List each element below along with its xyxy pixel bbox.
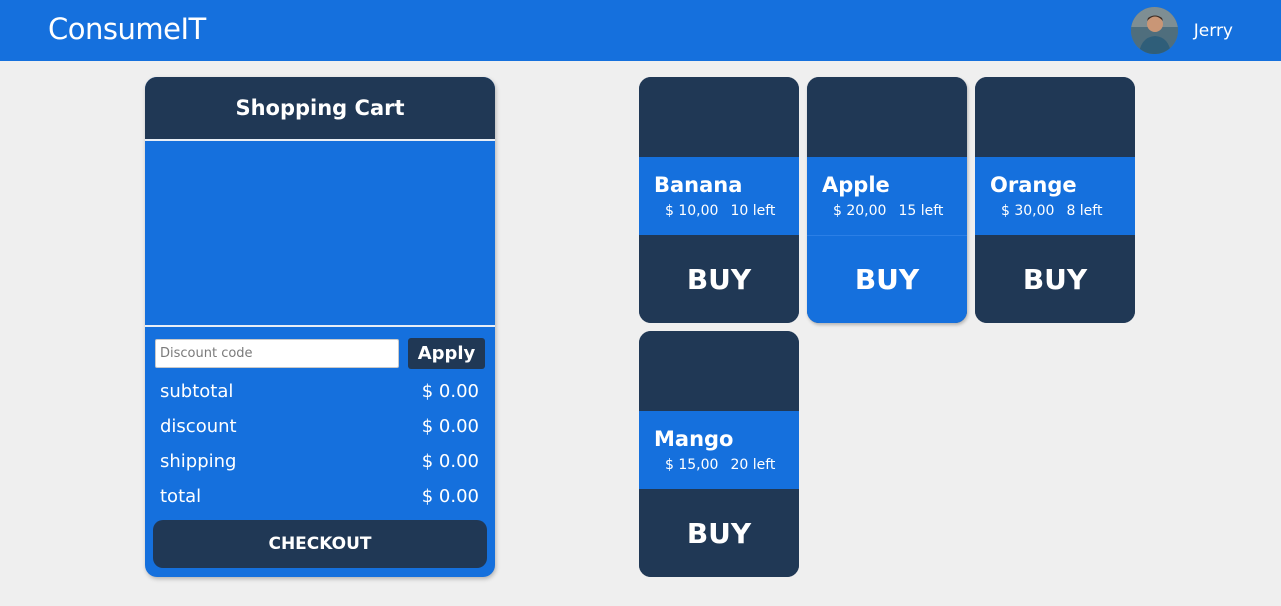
summary-row-subtotal: subtotal $ 0.00 [160, 374, 479, 409]
product-info: Apple $ 20,00 15 left [807, 157, 967, 235]
summary-label: subtotal [160, 381, 234, 402]
product-stock: 20 left [730, 457, 776, 473]
buy-button[interactable]: BUY [975, 235, 1135, 323]
product-name: Banana [654, 173, 743, 197]
summary-label: total [160, 486, 202, 507]
shopping-cart-panel: Shopping Cart Apply subtotal $ 0.00 disc… [145, 77, 495, 577]
product-image [975, 77, 1135, 157]
product-image [639, 77, 799, 157]
discount-code-input[interactable] [155, 339, 399, 368]
cart-summary: subtotal $ 0.00 discount $ 0.00 shipping… [160, 374, 479, 514]
product-stock: 10 left [730, 203, 776, 219]
product-name: Orange [990, 173, 1077, 197]
product-price: $ 20,00 [833, 203, 887, 219]
product-meta: $ 30,00 8 left [990, 203, 1135, 219]
product-stock: 8 left [1066, 203, 1103, 219]
product-name: Apple [822, 173, 890, 197]
product-price: $ 30,00 [1001, 203, 1055, 219]
brand-logo-text[interactable]: ConsumeIT [48, 12, 206, 46]
buy-button[interactable]: BUY [639, 235, 799, 323]
product-stock: 15 left [898, 203, 944, 219]
product-info: Orange $ 30,00 8 left [975, 157, 1135, 235]
product-meta: $ 20,00 15 left [822, 203, 967, 219]
product-info: Banana $ 10,00 10 left [639, 157, 799, 235]
summary-row-discount: discount $ 0.00 [160, 409, 479, 444]
cart-items-list [145, 141, 495, 327]
product-image [639, 331, 799, 411]
product-price: $ 10,00 [665, 203, 719, 219]
user-menu[interactable]: Jerry [1130, 7, 1233, 54]
summary-value: $ 0.00 [421, 451, 479, 472]
product-price: $ 15,00 [665, 457, 719, 473]
top-navbar: ConsumeIT Jerry [0, 0, 1281, 61]
product-card-apple: Apple $ 20,00 15 left BUY [807, 77, 967, 323]
summary-value: $ 0.00 [421, 416, 479, 437]
apply-discount-button[interactable]: Apply [408, 338, 485, 369]
product-name: Mango [654, 427, 734, 451]
buy-button[interactable]: BUY [807, 235, 967, 323]
product-meta: $ 15,00 20 left [654, 457, 799, 473]
discount-row: Apply [155, 338, 485, 369]
product-info: Mango $ 15,00 20 left [639, 411, 799, 489]
user-avatar[interactable] [1130, 7, 1178, 54]
product-card-mango: Mango $ 15,00 20 left BUY [639, 331, 799, 577]
checkout-button[interactable]: CHECKOUT [153, 520, 487, 568]
summary-value: $ 0.00 [421, 486, 479, 507]
summary-row-total: total $ 0.00 [160, 479, 479, 514]
summary-value: $ 0.00 [421, 381, 479, 402]
product-meta: $ 10,00 10 left [654, 203, 799, 219]
product-card-orange: Orange $ 30,00 8 left BUY [975, 77, 1135, 323]
product-card-banana: Banana $ 10,00 10 left BUY [639, 77, 799, 323]
summary-label: shipping [160, 451, 237, 472]
cart-title: Shopping Cart [145, 77, 495, 141]
buy-button[interactable]: BUY [639, 489, 799, 577]
user-name[interactable]: Jerry [1194, 21, 1233, 41]
product-image [807, 77, 967, 157]
summary-row-shipping: shipping $ 0.00 [160, 444, 479, 479]
person-photo-icon [1130, 7, 1178, 54]
summary-label: discount [160, 416, 237, 437]
